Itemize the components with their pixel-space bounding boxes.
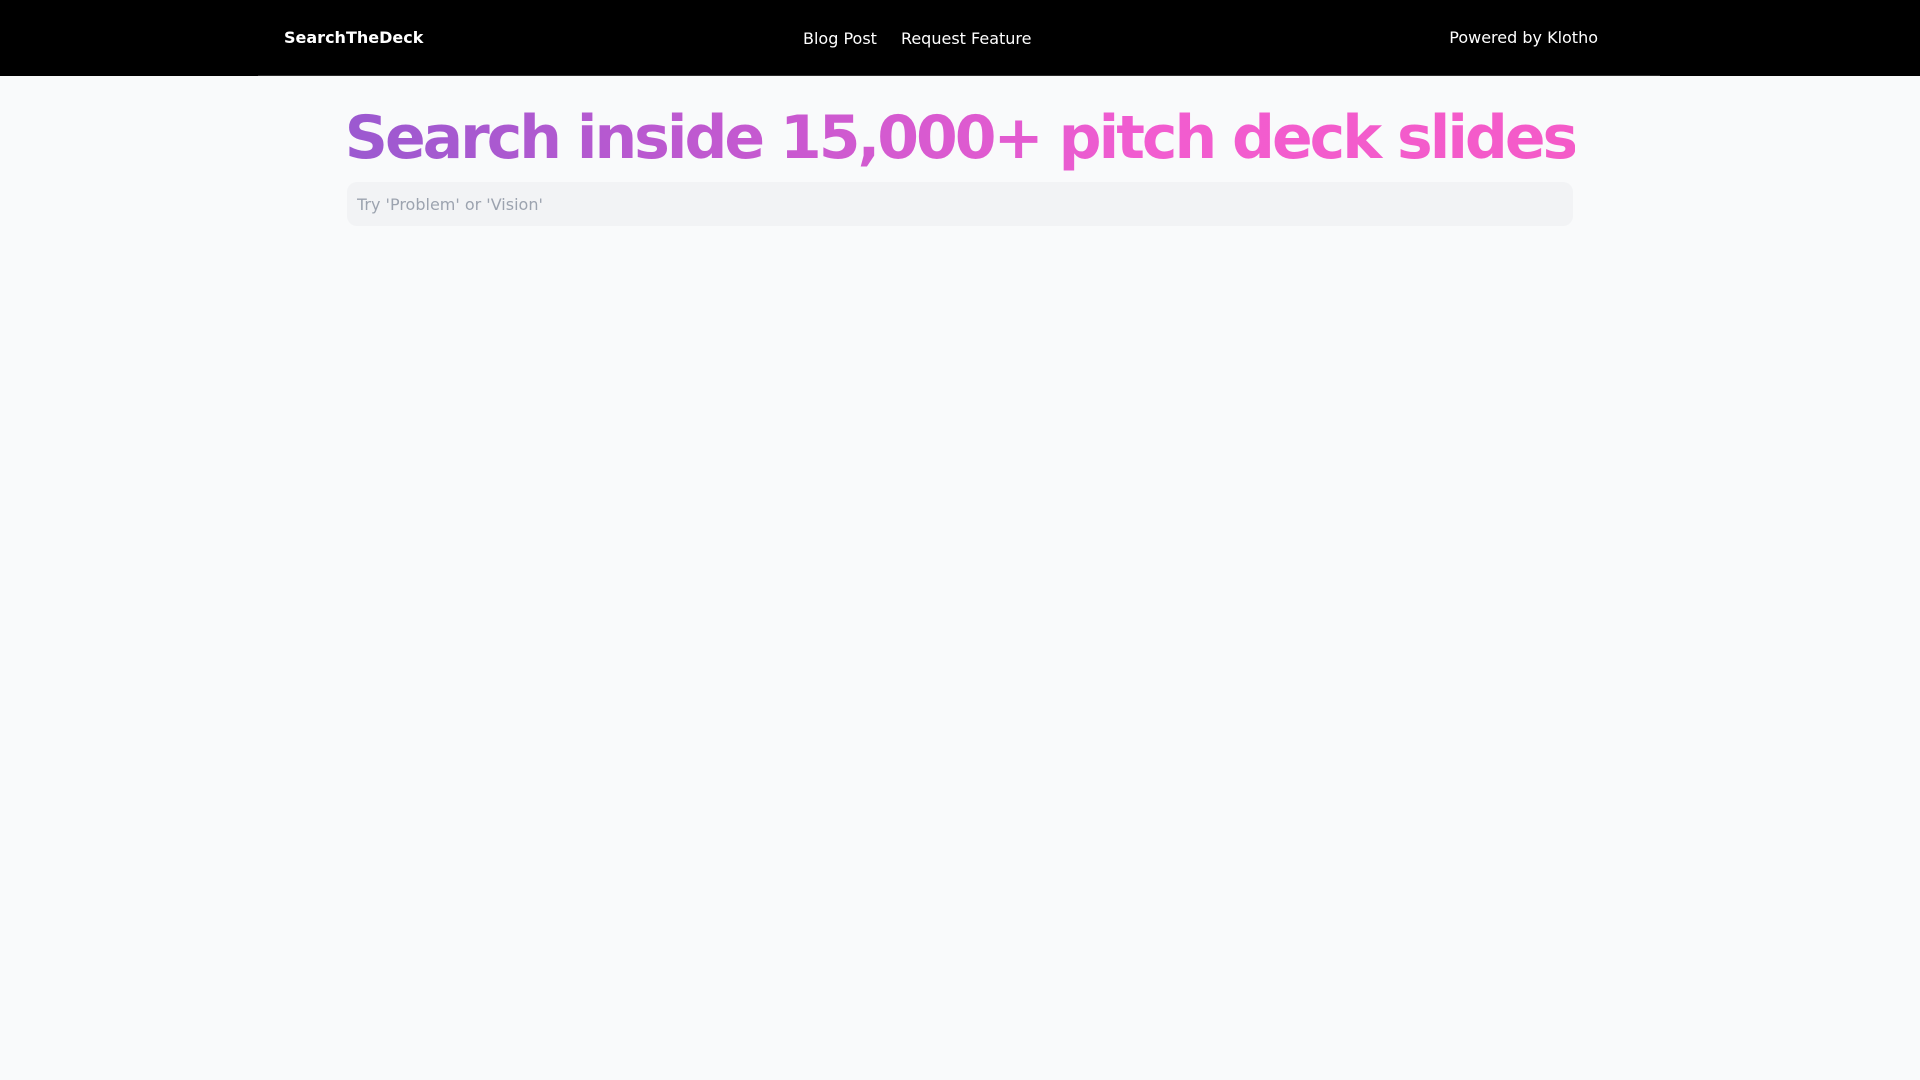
hero-title: Search inside 15,000+ pitch deck slides — [0, 102, 1920, 174]
main-nav: Blog Post Request Feature — [803, 0, 1031, 76]
search-input[interactable] — [347, 182, 1573, 226]
brand-logo-link[interactable]: SearchTheDeck — [284, 0, 423, 76]
hero-title-text: Search inside 15,000+ pitch deck slides — [344, 103, 1579, 173]
nav-link-blog-post[interactable]: Blog Post — [803, 29, 877, 48]
navbar-container: SearchTheDeck Blog Post Request Feature … — [258, 0, 1660, 76]
powered-by-link[interactable]: Powered by Klotho — [1449, 0, 1598, 76]
search-bar — [347, 182, 1573, 226]
nav-link-request-feature[interactable]: Request Feature — [901, 29, 1032, 48]
top-navbar: SearchTheDeck Blog Post Request Feature … — [0, 0, 1920, 76]
